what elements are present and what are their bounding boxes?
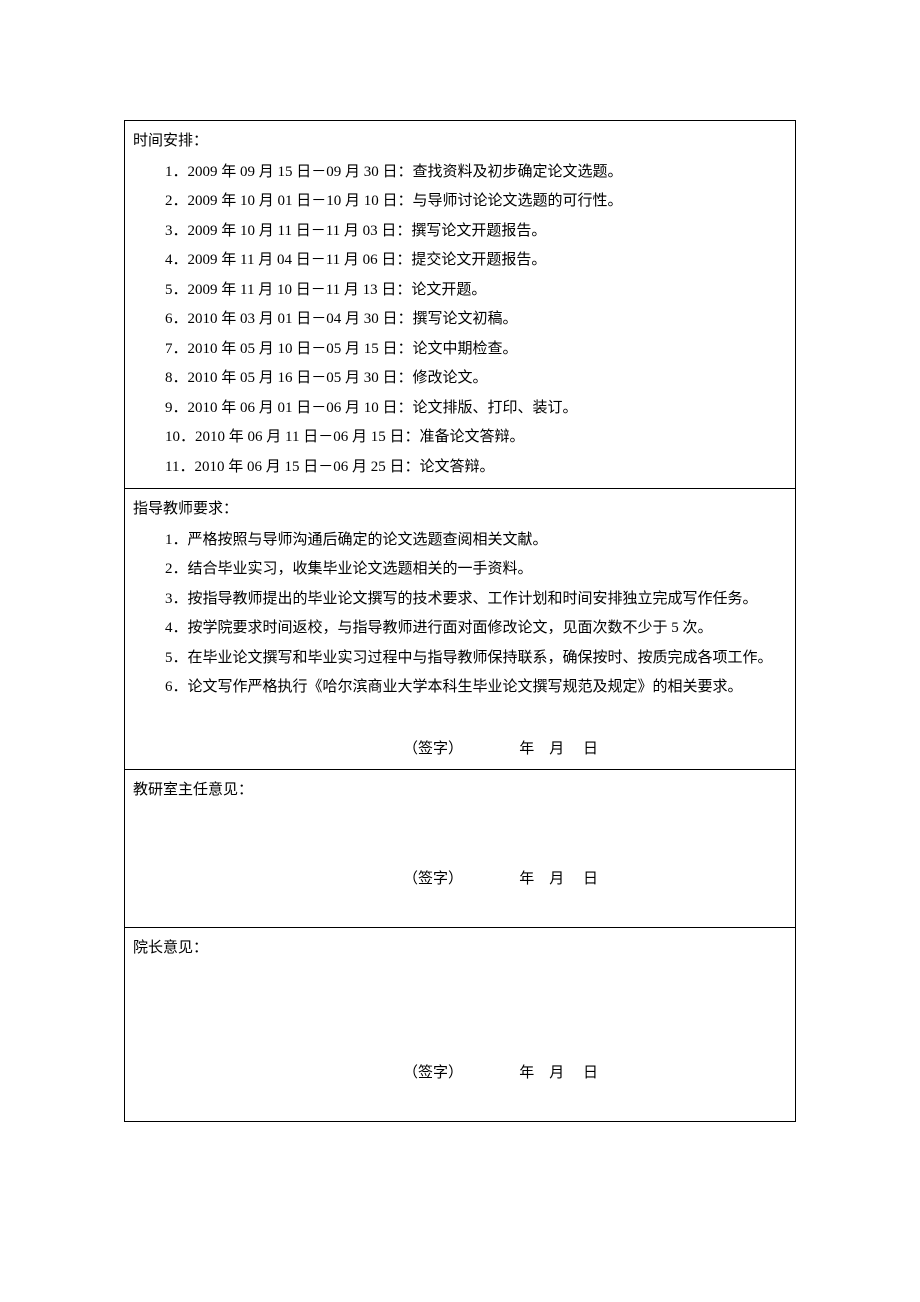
spacer xyxy=(133,703,787,731)
list-item: 3．按指导教师提出的毕业论文撰写的技术要求、工作计划和时间安排独立完成写作任务。 xyxy=(165,585,787,614)
office-director-cell: 教研室主任意见： （签字） 年 月 日 xyxy=(125,770,796,928)
dean-cell: 院长意见： （签字） 年 月 日 xyxy=(125,928,796,1122)
office-director-heading: 教研室主任意见： xyxy=(133,776,787,805)
list-item: 1．严格按照与导师沟通后确定的论文选题查阅相关文献。 xyxy=(165,526,787,555)
advisor-list: 1．严格按照与导师沟通后确定的论文选题查阅相关文献。 2．结合毕业实习，收集毕业… xyxy=(133,526,787,702)
office-director-signature-line: （签字） 年 月 日 xyxy=(133,865,787,894)
list-item: 8．2010 年 05 月 16 日－05 月 30 日：修改论文。 xyxy=(165,364,787,393)
list-item: 1．2009 年 09 月 15 日－09 月 30 日：查找资料及初步确定论文… xyxy=(165,158,787,187)
list-item: 4．按学院要求时间返校，与指导教师进行面对面修改论文，见面次数不少于 5 次。 xyxy=(165,614,787,643)
table-row: 时间安排： 1．2009 年 09 月 15 日－09 月 30 日：查找资料及… xyxy=(125,121,796,489)
list-item: 11．2010 年 06 月 15 日－06 月 25 日：论文答辩。 xyxy=(165,453,787,482)
list-item: 6．论文写作严格执行《哈尔滨商业大学本科生毕业论文撰写规范及规定》的相关要求。 xyxy=(165,673,787,702)
list-item: 2．2009 年 10 月 01 日－10 月 10 日：与导师讨论论文选题的可… xyxy=(165,187,787,216)
spacer xyxy=(133,807,787,861)
spacer xyxy=(133,1087,787,1115)
advisor-signature-line: （签字） 年 月 日 xyxy=(133,735,787,764)
schedule-heading: 时间安排： xyxy=(133,127,787,156)
spacer xyxy=(133,893,787,921)
table-row: 指导教师要求： 1．严格按照与导师沟通后确定的论文选题查阅相关文献。 2．结合毕… xyxy=(125,489,796,770)
list-item: 5．2009 年 11 月 10 日－11 月 13 日：论文开题。 xyxy=(165,276,787,305)
table-row: 教研室主任意见： （签字） 年 月 日 xyxy=(125,770,796,928)
page-container: 时间安排： 1．2009 年 09 月 15 日－09 月 30 日：查找资料及… xyxy=(124,120,796,1122)
form-table: 时间安排： 1．2009 年 09 月 15 日－09 月 30 日：查找资料及… xyxy=(124,120,796,1122)
list-item: 3．2009 年 10 月 11 日－11 月 03 日：撰写论文开题报告。 xyxy=(165,217,787,246)
list-item: 5．在毕业论文撰写和毕业实习过程中与指导教师保持联系，确保按时、按质完成各项工作… xyxy=(165,644,787,673)
table-row: 院长意见： （签字） 年 月 日 xyxy=(125,928,796,1122)
schedule-cell: 时间安排： 1．2009 年 09 月 15 日－09 月 30 日：查找资料及… xyxy=(125,121,796,489)
list-item: 7．2010 年 05 月 10 日－05 月 15 日：论文中期检查。 xyxy=(165,335,787,364)
advisor-heading: 指导教师要求： xyxy=(133,495,787,524)
list-item: 10．2010 年 06 月 11 日－06 月 15 日：准备论文答辩。 xyxy=(165,423,787,452)
advisor-cell: 指导教师要求： 1．严格按照与导师沟通后确定的论文选题查阅相关文献。 2．结合毕… xyxy=(125,489,796,770)
list-item: 9．2010 年 06 月 01 日－06 月 10 日：论文排版、打印、装订。 xyxy=(165,394,787,423)
schedule-list: 1．2009 年 09 月 15 日－09 月 30 日：查找资料及初步确定论文… xyxy=(133,158,787,482)
list-item: 6．2010 年 03 月 01 日－04 月 30 日：撰写论文初稿。 xyxy=(165,305,787,334)
spacer xyxy=(133,965,787,1055)
dean-signature-line: （签字） 年 月 日 xyxy=(133,1059,787,1088)
dean-heading: 院长意见： xyxy=(133,934,787,963)
list-item: 2．结合毕业实习，收集毕业论文选题相关的一手资料。 xyxy=(165,555,787,584)
list-item: 4．2009 年 11 月 04 日－11 月 06 日：提交论文开题报告。 xyxy=(165,246,787,275)
